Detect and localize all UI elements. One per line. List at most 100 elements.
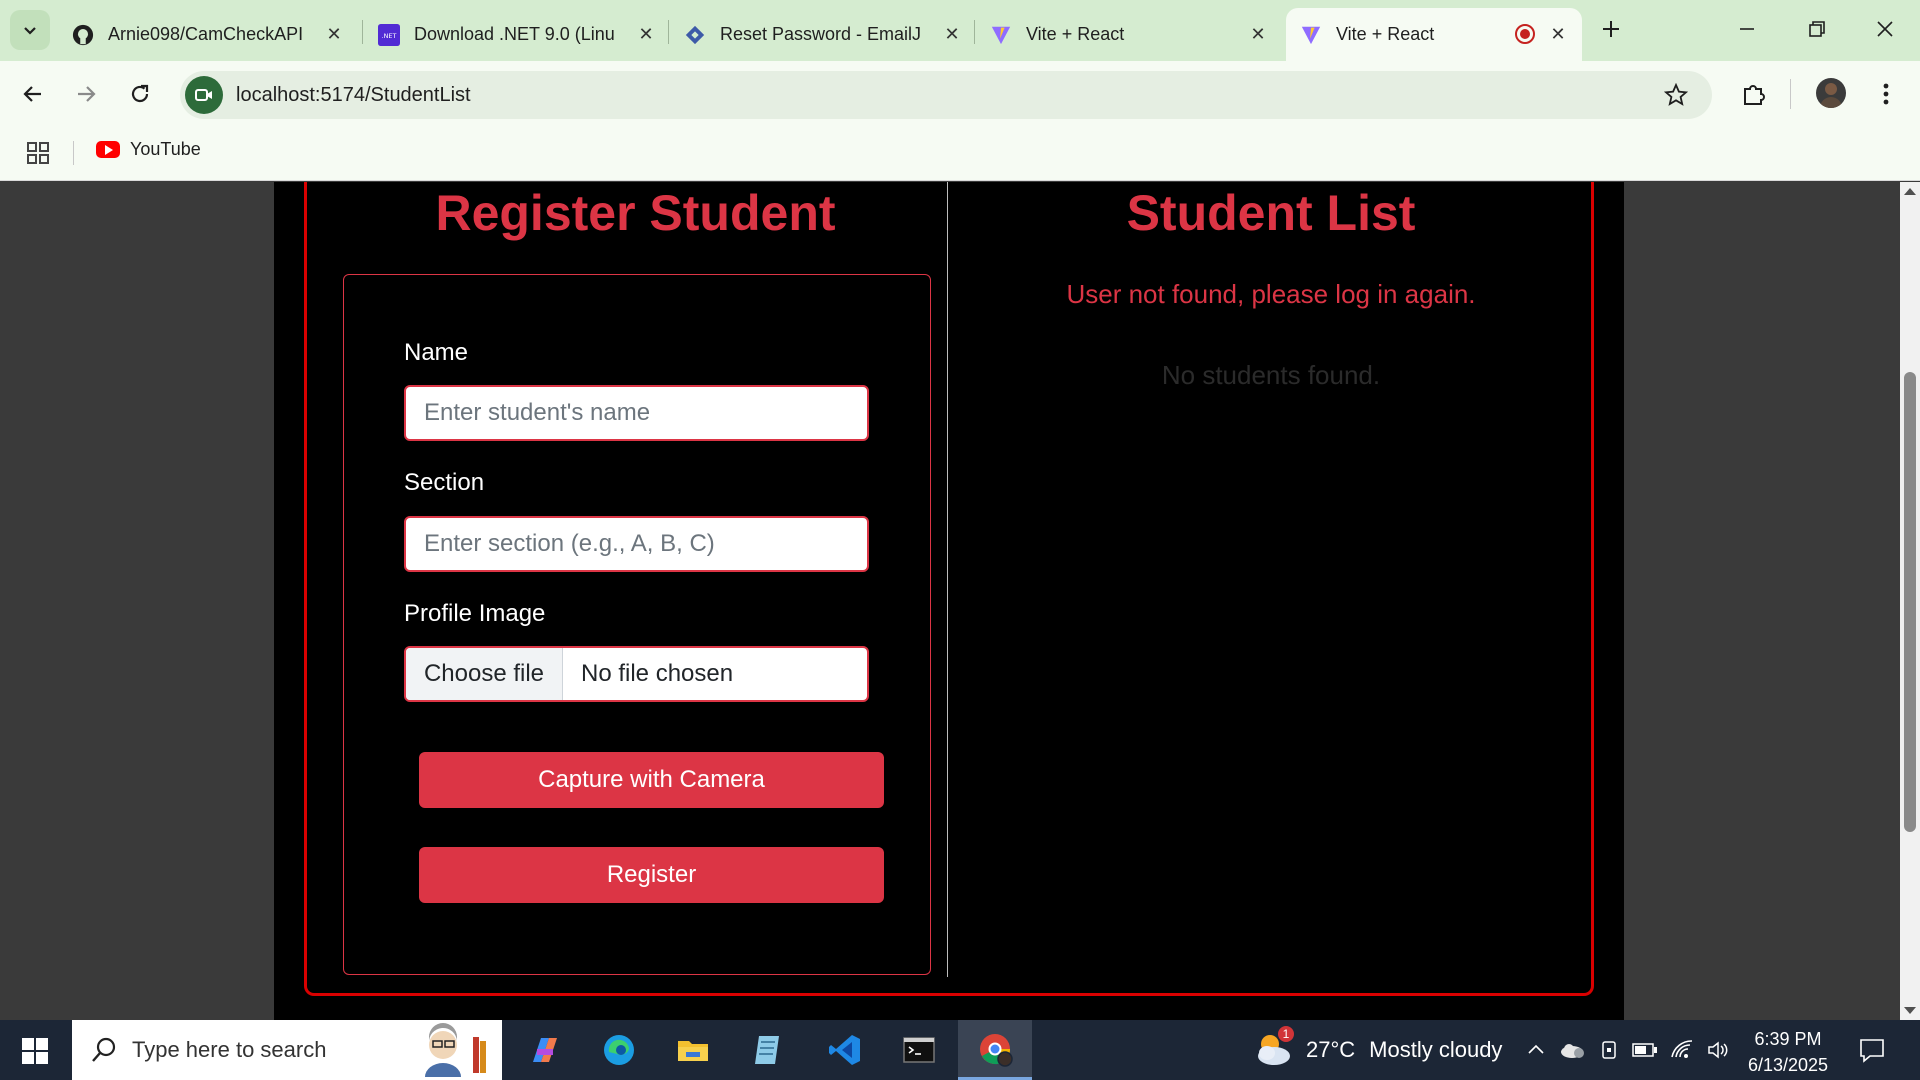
address-bar[interactable]: localhost:5174/StudentList [180,71,1712,119]
folder-icon [678,1041,708,1061]
tab-title: Vite + React [1336,24,1435,44]
bookmark-youtube[interactable]: YouTube [96,139,201,160]
tab-title: Arnie098/CamCheckAPI [108,24,304,44]
taskbar-notepad[interactable] [730,1020,804,1080]
github-icon [72,24,94,46]
weather-cloud-icon: 1 [1252,1026,1296,1072]
windows-logo-icon [22,1038,34,1050]
arrow-right-icon [78,86,96,102]
terminal-icon [903,1037,935,1063]
battery-icon[interactable] [1632,1041,1658,1059]
wifi-icon[interactable] [1670,1039,1694,1061]
extensions-button[interactable] [1738,78,1770,110]
copilot-icon [533,1038,557,1062]
star-icon [1664,83,1688,106]
url-text: localhost:5174/StudentList [236,83,471,106]
taskbar-search[interactable]: Type here to search [72,1020,502,1080]
browser-menu-button[interactable] [1870,78,1902,110]
close-icon[interactable]: ✕ [1548,24,1568,44]
register-form: Name Enter student's name Section Enter … [343,274,931,975]
scroll-down-icon[interactable] [1904,1007,1916,1014]
kebab-menu-icon [1883,83,1889,105]
site-info-button[interactable] [185,76,223,114]
emailjs-icon [684,24,706,46]
restore-button[interactable] [1802,14,1832,44]
restore-icon [1809,21,1825,37]
weather-description: Mostly cloudy [1369,1037,1503,1062]
tab-dotnet[interactable]: .NET Download .NET 9.0 (Linux ✕ [364,8,670,61]
arrow-left-icon [23,86,41,102]
back-button[interactable] [17,78,49,110]
vite-icon [990,24,1012,46]
notification-center-icon[interactable] [1858,1037,1886,1063]
recording-icon [1514,23,1536,50]
tab-divider [362,20,363,44]
camera-site-icon [195,89,212,101]
edge-icon [604,1035,634,1065]
vscode-icon [829,1035,860,1065]
page-scrollbar[interactable] [1900,182,1920,1020]
tab-title: Vite + React [1026,24,1125,44]
weather-widget[interactable]: 1 27°C Mostly cloudy [1252,1020,1502,1080]
tab-divider [668,20,669,44]
bookmark-star-button[interactable] [1662,81,1690,109]
tab-title: Download .NET 9.0 (Linux [414,24,614,44]
taskbar-chrome[interactable] [958,1020,1032,1080]
avatar-icon [1820,83,1842,108]
taskbar-vscode[interactable] [808,1020,882,1080]
capture-camera-button[interactable]: Capture with Camera [419,752,884,808]
tab-search-button[interactable] [10,10,50,50]
toolbar-divider [1790,79,1791,109]
meet-now-icon[interactable] [1598,1039,1620,1061]
youtube-icon [96,141,120,158]
scroll-up-icon[interactable] [1904,188,1916,195]
reload-button[interactable] [124,78,156,110]
taskbar-edge[interactable] [582,1020,656,1080]
tab-emailjs[interactable]: Reset Password - EmailJS ✕ [670,8,976,61]
tab-vite-react-active[interactable]: Vite + React ✕ [1286,8,1582,61]
volume-icon[interactable] [1706,1039,1730,1061]
plus-icon [1603,21,1619,37]
close-icon[interactable]: ✕ [636,24,656,44]
choose-file-button[interactable]: Choose file [406,648,563,700]
onedrive-icon[interactable] [1558,1039,1586,1061]
search-icon [92,1037,116,1062]
register-button[interactable]: Register [419,847,884,903]
tab-title: Reset Password - EmailJS [720,24,920,44]
bookmarks-bar: YouTube [0,127,1920,181]
bookmark-divider [73,141,74,165]
taskbar-clock[interactable]: 6:39 PM 6/13/2025 [1738,1026,1838,1078]
name-label: Name [404,339,469,366]
clock-time: 6:39 PM [1754,1029,1822,1049]
windows-start-button[interactable] [22,1038,48,1064]
dotnet-icon: .NET [378,23,400,46]
clock-date: 6/13/2025 [1747,1055,1829,1075]
forward-button[interactable] [70,78,102,110]
search-placeholder: Type here to search [132,1037,327,1062]
taskbar-file-explorer[interactable] [656,1020,730,1080]
tab-camcheckapi[interactable]: Arnie098/CamCheckAPI ✕ [58,8,358,61]
name-input[interactable]: Enter student's name [404,385,869,441]
profile-image-input[interactable]: Choose file No file chosen [404,646,869,702]
empty-state-message: No students found. [1161,360,1381,390]
profile-avatar[interactable] [1816,78,1846,108]
new-tab-button[interactable] [1596,14,1626,44]
weather-badge: 1 [1278,1026,1294,1042]
tab-vite-react[interactable]: Vite + React ✕ [976,8,1282,61]
close-icon[interactable]: ✕ [1248,24,1268,44]
window-close-button[interactable] [1870,14,1900,44]
chevron-up-icon[interactable] [1526,1040,1546,1060]
scrollbar-thumb[interactable] [1904,372,1916,832]
apps-grid-icon[interactable] [26,141,50,165]
reload-icon [131,84,149,103]
taskbar-copilot[interactable] [508,1020,582,1080]
file-status: No file chosen [581,660,734,687]
close-icon[interactable]: ✕ [324,24,344,44]
svg-text:.NET: .NET [382,31,397,39]
close-icon[interactable]: ✕ [942,24,962,44]
minimize-button[interactable] [1732,14,1762,44]
vite-icon [1300,24,1322,46]
section-input[interactable]: Enter section (e.g., A, B, C) [404,516,869,572]
taskbar-terminal[interactable] [882,1020,956,1080]
register-heading: Register Student [435,185,836,241]
